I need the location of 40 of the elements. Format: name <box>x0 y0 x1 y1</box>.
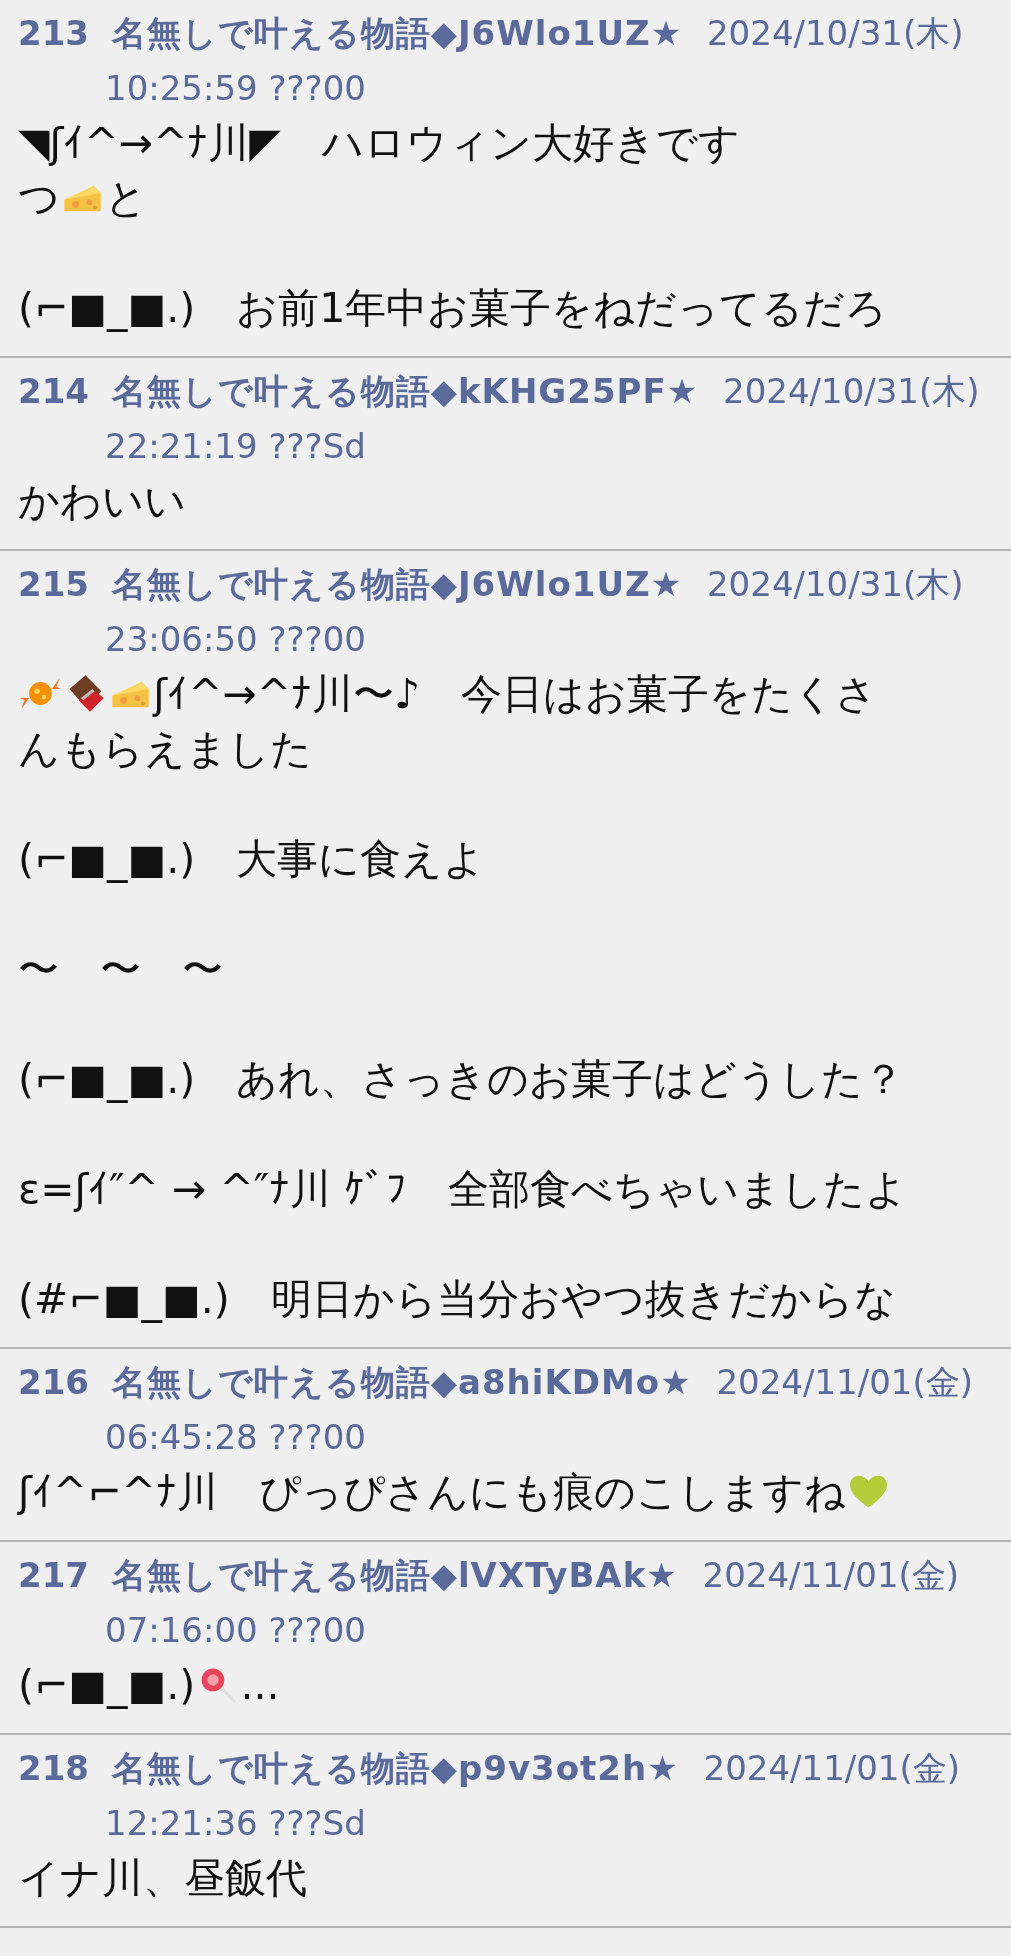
post-text: と <box>105 174 148 222</box>
post-time: 23:06:50 ???00 <box>105 619 366 659</box>
post-text: (⌐■_■.) <box>18 1661 196 1709</box>
poster-name: 名無しで叶える物語◆lVXTyBAk★ <box>111 1555 678 1595</box>
post-time: 06:45:28 ???00 <box>105 1417 366 1457</box>
post-date: 2024/10/31(木) <box>723 371 980 411</box>
post-text: イナ川、昼飯代 <box>18 1854 307 1902</box>
post-text: (⌐■_■.) お前1年中お菓子をねだってるだろ <box>18 284 888 332</box>
post-number[interactable]: 218 <box>18 1748 89 1788</box>
post-number[interactable]: 217 <box>18 1555 89 1595</box>
post-date: 2024/10/31(木) <box>707 13 964 53</box>
post-number[interactable]: 213 <box>18 13 89 53</box>
post-text: ... <box>240 1661 280 1709</box>
post-date: 2024/11/01(金) <box>716 1362 973 1402</box>
post-number[interactable]: 215 <box>18 564 89 604</box>
post-text: (⌐■_■.) あれ、さっきのお菓子はどうした？ <box>18 1055 905 1103</box>
poster-name: 名無しで叶える物語◆a8hiKDMo★ <box>111 1362 692 1402</box>
post-text: (⌐■_■.) 大事に食えよ <box>18 835 486 883</box>
poster-name: 名無しで叶える物語◆kKHG25PF★ <box>111 371 699 411</box>
poster-name: 名無しで叶える物語◆J6Wlo1UZ★ <box>111 13 683 53</box>
post-text: つ <box>18 174 60 222</box>
post-time: 10:25:59 ???00 <box>105 68 366 108</box>
poster-name: 名無しで叶える物語◆p9v3ot2h★ <box>111 1748 679 1788</box>
post-text: ε=ʃｲ″^ → ^″ﾅ川 ｹﾞﾌ 全部食べちゃいましたよ <box>18 1165 908 1213</box>
post-date: 2024/11/01(金) <box>702 1555 960 1595</box>
post-time: 12:21:36 ???Sd <box>105 1803 366 1843</box>
post-number[interactable]: 216 <box>18 1362 89 1402</box>
post-time: 22:21:19 ???Sd <box>105 426 366 466</box>
post-time: 07:16:00 ???00 <box>105 1610 366 1650</box>
post-text: (#⌐■_■.) 明日から当分おやつ抜きだからな <box>18 1275 896 1323</box>
post-text: 〜 〜 〜 <box>18 945 223 993</box>
post-text: ʃｲ^⌐^ﾅ川 ぴっぴさんにも痕のこしますね <box>18 1468 846 1516</box>
poster-name: 名無しで叶える物語◆J6Wlo1UZ★ <box>111 564 683 604</box>
post-date: 2024/10/31(木) <box>707 564 964 604</box>
post-text: ʃｲ^→^ﾅ川〜♪ 今日はお菓子をたくさ <box>153 670 878 718</box>
post-text: かわいい <box>18 477 186 525</box>
post-text: んもらえました <box>18 725 312 773</box>
post-text: ◥ʃｲ^→^ﾅ川◤ ハロウィン大好きです <box>18 119 740 167</box>
post-number[interactable]: 214 <box>18 371 89 411</box>
post-date: 2024/11/01(金) <box>703 1748 961 1788</box>
